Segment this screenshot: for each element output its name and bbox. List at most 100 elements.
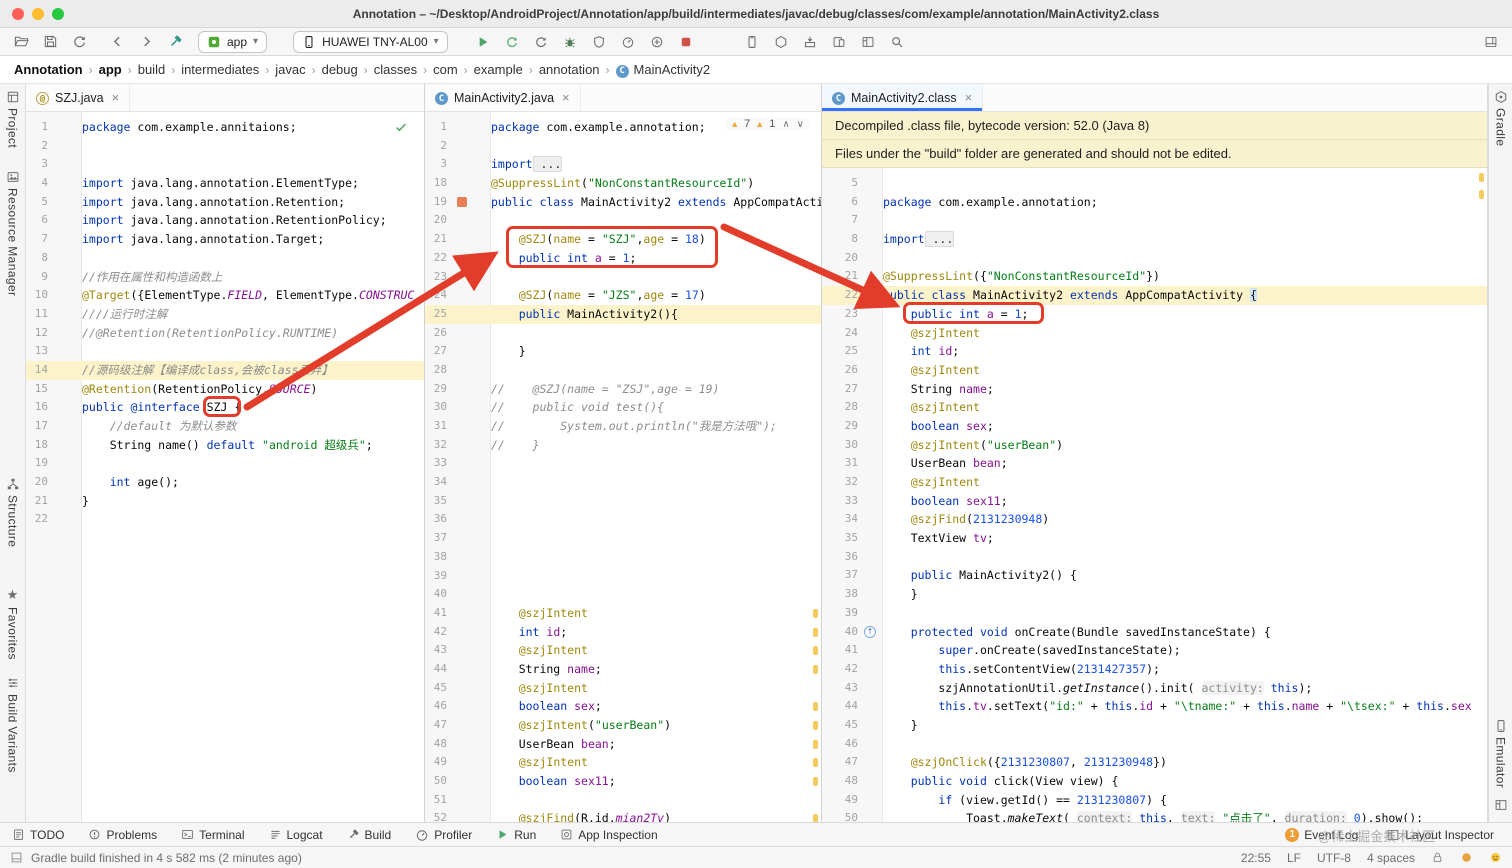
window-layout-button[interactable] bbox=[1480, 31, 1502, 53]
line-number[interactable]: 22 bbox=[425, 249, 447, 268]
code-line[interactable]: 6 package com.example.annotation; bbox=[822, 193, 1487, 212]
line-number[interactable]: 33 bbox=[822, 492, 858, 511]
code-line[interactable]: 19 public class MainActivity2 extends App… bbox=[425, 193, 821, 212]
line-number[interactable]: 3 bbox=[26, 155, 48, 174]
code-line[interactable]: 39 bbox=[425, 567, 821, 586]
line-number[interactable]: 41 bbox=[822, 641, 858, 660]
code-line[interactable]: 29 boolean sex; bbox=[822, 417, 1487, 436]
line-number[interactable]: 3 bbox=[425, 155, 447, 174]
line-number[interactable]: 34 bbox=[822, 510, 858, 529]
line-number[interactable]: 27 bbox=[822, 380, 858, 399]
line-number[interactable]: 37 bbox=[822, 566, 858, 585]
line-number[interactable]: 5 bbox=[822, 174, 858, 193]
code-line[interactable]: 31// System.out.println("我是方法哦"); bbox=[425, 417, 821, 436]
code-line[interactable]: 9//作用在属性和构造函数上 bbox=[26, 268, 424, 287]
warning-stripe-mark[interactable] bbox=[813, 814, 818, 822]
toolwindow-todo[interactable]: TODO bbox=[12, 828, 64, 842]
code-line[interactable]: 2 bbox=[26, 137, 424, 156]
line-number[interactable]: 24 bbox=[822, 324, 858, 343]
tool-stripe-favorites[interactable]: ★ Favorites bbox=[6, 587, 20, 660]
line-number[interactable]: 39 bbox=[822, 604, 858, 623]
code-line[interactable]: 25 public MainActivity2(){ bbox=[425, 304, 821, 324]
gutter-activity-marker[interactable] bbox=[457, 196, 467, 207]
code-line[interactable]: 18 @SuppressLint("NonConstantResourceId") bbox=[425, 174, 821, 193]
line-number[interactable]: 6 bbox=[822, 193, 858, 212]
run-configuration-select[interactable]: app ▾ bbox=[198, 30, 268, 53]
line-number[interactable]: 10 bbox=[26, 286, 48, 305]
line-number[interactable]: 35 bbox=[425, 492, 447, 511]
line-number[interactable]: 25 bbox=[822, 342, 858, 361]
code-line[interactable]: 15 @Retention(RetentionPolicy.SOURCE) bbox=[26, 380, 424, 399]
code-line[interactable]: 12//@Retention(RetentionPolicy.RUNTIME) bbox=[26, 324, 424, 343]
code-line[interactable]: 1 package com.example.annitaions; bbox=[26, 118, 424, 137]
code-line[interactable]: 3 import ... bbox=[425, 155, 821, 174]
close-icon[interactable]: × bbox=[965, 90, 973, 105]
status-item-utf-8[interactable]: UTF-8 bbox=[1317, 851, 1351, 865]
line-number[interactable]: 24 bbox=[425, 286, 447, 305]
feedback-icon[interactable] bbox=[1489, 851, 1502, 864]
line-number[interactable]: 47 bbox=[822, 753, 858, 772]
line-number[interactable]: 35 bbox=[822, 529, 858, 548]
line-number[interactable]: 52 bbox=[425, 809, 447, 822]
line-number[interactable]: 46 bbox=[425, 697, 447, 716]
line-number[interactable]: 29 bbox=[822, 417, 858, 436]
code-line[interactable]: 21 @SuppressLint({"NonConstantResourceId"… bbox=[822, 267, 1487, 286]
line-number[interactable]: 45 bbox=[822, 716, 858, 735]
line-number[interactable]: 26 bbox=[822, 361, 858, 380]
code-line[interactable]: 34 bbox=[425, 473, 821, 492]
breadcrumb-item-com[interactable]: com bbox=[433, 62, 458, 77]
tool-stripe-project[interactable]: Project bbox=[6, 90, 20, 148]
tab-mainactivity2-java[interactable]: C MainActivity2.java × bbox=[425, 84, 581, 111]
line-number[interactable]: 1 bbox=[26, 118, 48, 137]
virtual-devices-button[interactable] bbox=[828, 31, 850, 53]
line-number[interactable]: 44 bbox=[822, 697, 858, 716]
code-line[interactable]: 46 boolean sex; bbox=[425, 697, 821, 716]
toolwindow-app-inspection[interactable]: App Inspection bbox=[560, 828, 658, 842]
warning-stripe-mark[interactable] bbox=[813, 609, 818, 618]
line-number[interactable]: 28 bbox=[822, 398, 858, 417]
code-line[interactable]: 3 bbox=[26, 155, 424, 174]
toolwindow-logcat[interactable]: Logcat bbox=[269, 828, 323, 842]
sync-button[interactable] bbox=[68, 31, 90, 53]
line-number[interactable]: 22 bbox=[822, 286, 858, 305]
line-number[interactable]: 29 bbox=[425, 380, 447, 399]
line-number[interactable]: 13 bbox=[26, 342, 48, 361]
line-number[interactable]: 16 bbox=[26, 398, 48, 417]
line-number[interactable]: 36 bbox=[822, 548, 858, 567]
code-line[interactable]: 50 boolean sex11; bbox=[425, 772, 821, 791]
line-number[interactable]: 8 bbox=[26, 249, 48, 268]
code-line[interactable]: 5 import java.lang.annotation.Retention; bbox=[26, 193, 424, 212]
code-line[interactable]: 7 bbox=[822, 211, 1487, 230]
line-number[interactable]: 20 bbox=[425, 211, 447, 230]
line-number[interactable]: 20 bbox=[822, 249, 858, 268]
warning-stripe-mark[interactable] bbox=[813, 646, 818, 655]
breadcrumb-item-annotation[interactable]: annotation bbox=[539, 62, 600, 77]
code-line[interactable]: 37 public MainActivity2() { bbox=[822, 566, 1487, 585]
line-number[interactable]: 49 bbox=[425, 753, 447, 772]
code-line[interactable]: 49 @szjIntent bbox=[425, 753, 821, 772]
line-number[interactable]: 2 bbox=[26, 137, 48, 156]
code-line[interactable]: 24 @SZJ(name = "JZS",age = 17) bbox=[425, 286, 821, 305]
next-issue-icon[interactable]: ∨ bbox=[797, 119, 804, 130]
line-number[interactable]: 48 bbox=[822, 772, 858, 791]
code-line[interactable]: 37 bbox=[425, 529, 821, 548]
code-line[interactable]: 8 bbox=[26, 249, 424, 268]
code-line[interactable]: 47 @szjIntent("userBean") bbox=[425, 716, 821, 735]
code-line[interactable]: 38 bbox=[425, 548, 821, 567]
code-editor[interactable]: 5 6 package com.example.annotation; 7 8 impor… bbox=[822, 168, 1487, 822]
debug-button[interactable] bbox=[559, 31, 581, 53]
toolwindow-layout-inspector[interactable]: Layout Inspector bbox=[1386, 828, 1494, 842]
line-number[interactable]: 2 bbox=[425, 137, 447, 156]
code-line[interactable]: 22 bbox=[26, 510, 424, 529]
code-line[interactable]: 39 bbox=[822, 604, 1487, 623]
tool-stripe-emulator[interactable]: Emulator bbox=[1494, 719, 1508, 788]
code-line[interactable]: 13 bbox=[26, 342, 424, 361]
lock-icon[interactable] bbox=[1431, 851, 1444, 864]
line-number[interactable]: 36 bbox=[425, 510, 447, 529]
code-line[interactable]: 36 bbox=[822, 548, 1487, 567]
code-line[interactable]: 14//源码级注解【编译成class,会被class丢弃】 bbox=[26, 360, 424, 380]
line-number[interactable]: 1 bbox=[425, 118, 447, 137]
code-line[interactable]: 34 @szjFind(2131230948) bbox=[822, 510, 1487, 529]
code-line[interactable]: 19 bbox=[26, 454, 424, 473]
apply-changes-button[interactable] bbox=[501, 31, 523, 53]
